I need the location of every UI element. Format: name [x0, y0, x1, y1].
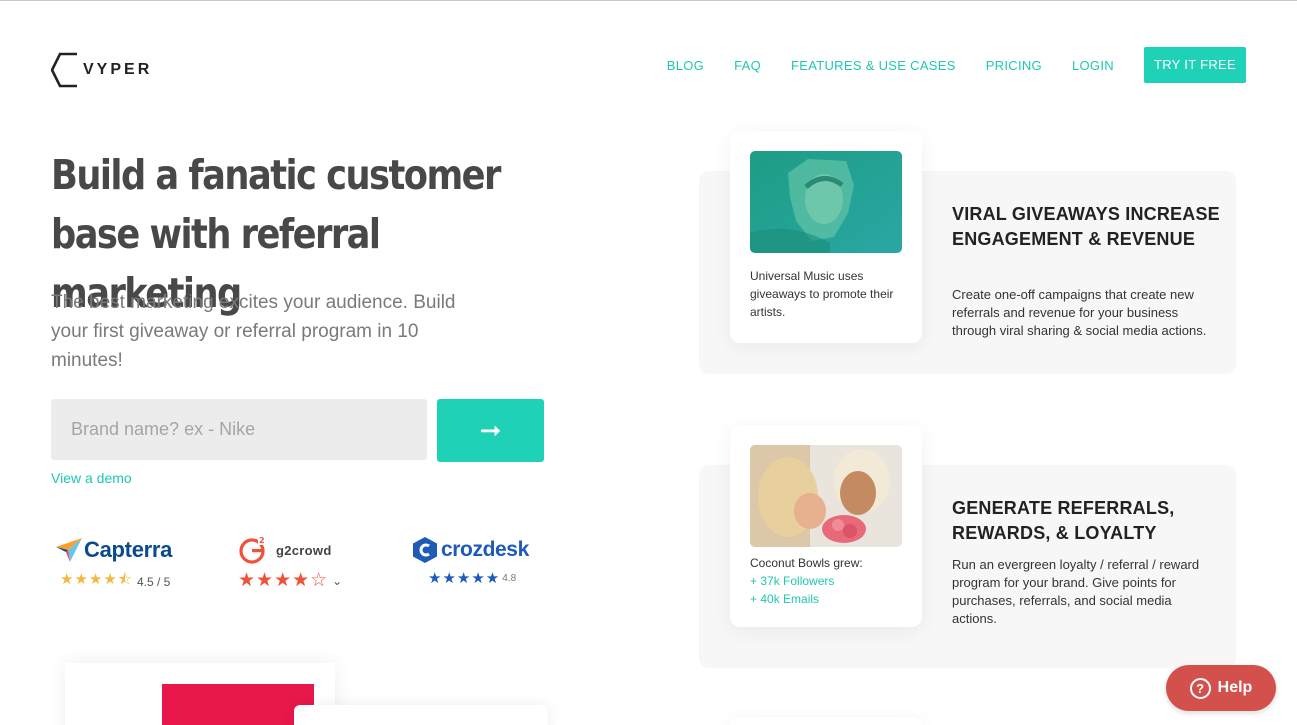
children-photo-image [750, 445, 902, 547]
hexagon-logo-icon [51, 52, 77, 88]
arrow-right-icon: ➞ [479, 415, 502, 445]
feature-title-referrals: GENERATE REFERRALS, REWARDS, & LOYALTY [952, 498, 1175, 543]
brand-name-input[interactable] [51, 399, 427, 460]
try-it-free-button[interactable]: TRY IT FREE [1143, 47, 1246, 83]
nav-blog[interactable]: BLOG [667, 58, 704, 73]
case-study-card-partial [730, 717, 922, 725]
capterra-name: Capterra [84, 537, 173, 562]
case-study-card-universal[interactable]: Universal Music uses giveaways to promot… [730, 131, 922, 343]
crozdesk-logo-icon [413, 537, 437, 563]
g2-chevron-icon: ⌄ [332, 573, 343, 588]
case-study-caption: Universal Music uses giveaways to promot… [750, 269, 894, 319]
feature-description-referrals: Run an evergreen loyalty / referral / re… [952, 557, 1200, 626]
submit-button[interactable]: ➞ [437, 399, 544, 462]
main-nav: BLOG FAQ FEATURES & USE CASES PRICING LO… [667, 47, 1246, 83]
followers-stat: + 37k Followers [750, 574, 835, 588]
g2crowd-rating[interactable]: 2 g2crowd ★★★★☆ ⌄ [238, 535, 342, 592]
help-label: Help [1217, 679, 1253, 696]
feature-description-giveaways: Create one-off campaigns that create new… [952, 287, 1207, 338]
logo-text: VYPER [83, 61, 153, 78]
nav-faq[interactable]: FAQ [734, 58, 761, 73]
capterra-logo-icon [56, 538, 82, 562]
nav-pricing[interactable]: PRICING [986, 58, 1042, 73]
crozdesk-name: crozdesk [441, 538, 529, 561]
crozdesk-score: 4.8 [502, 572, 517, 584]
svg-text:2: 2 [259, 536, 265, 545]
question-icon: ? [1189, 677, 1211, 699]
nav-login[interactable]: LOGIN [1072, 58, 1114, 73]
g2-stars: ★★★★☆ [238, 570, 329, 591]
crozdesk-stars: ★★★★★ [428, 570, 501, 587]
coconut-bowls-photo [750, 445, 902, 547]
crozdesk-rating[interactable]: crozdesk ★★★★★ 4.8 [413, 535, 529, 587]
vyper-logo[interactable]: VYPER [51, 52, 152, 88]
emails-stat: + 40k Emails [750, 592, 820, 606]
feature-title-giveaways: VIRAL GIVEAWAYS INCREASE ENGAGEMENT & RE… [952, 204, 1220, 249]
view-demo-link[interactable]: View a demo [51, 470, 132, 486]
g2crowd-name: g2crowd [276, 542, 332, 558]
capterra-score: 4.5 / 5 [137, 574, 171, 589]
case-study-caption: Coconut Bowls grew: [750, 556, 863, 570]
help-button[interactable]: ? Help [1166, 665, 1276, 711]
g2-logo-icon: 2 [239, 535, 268, 564]
nav-features[interactable]: FEATURES & USE CASES [791, 58, 956, 73]
preview-card-secondary [294, 705, 548, 725]
artist-photo [750, 151, 902, 253]
artist-portrait-image [750, 151, 902, 253]
hero-subtext: The best marketing excites your audience… [51, 292, 456, 371]
window-top-border [0, 0, 1297, 1]
capterra-stars: ★★★★⯪ [60, 571, 133, 588]
preview-image [162, 684, 314, 725]
capterra-rating[interactable]: Capterra ★★★★⯪ 4.5 / 5 [56, 535, 172, 594]
case-study-card-coconut-bowls[interactable]: Coconut Bowls grew: + 37k Followers + 40… [730, 425, 922, 627]
